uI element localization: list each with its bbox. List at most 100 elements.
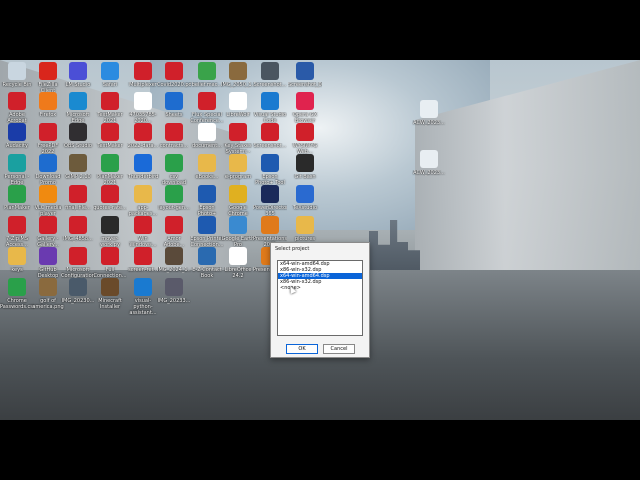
desktop-icon[interactable]: Git Bash (288, 154, 322, 180)
app-icon (39, 154, 57, 172)
desktop-icon[interactable]: Screenshot_01... (288, 62, 322, 88)
desktop-icon-label: screen-ref... (128, 267, 158, 273)
desktop-icon-label: IMG_20233... (157, 298, 191, 304)
desktop-icon[interactable]: Chrome Passwords.csv (0, 278, 34, 310)
app-icon (69, 216, 87, 234)
desktop-icon[interactable]: TextMaker 2021 (93, 92, 127, 124)
desktop-icon[interactable]: GIMP 2.10 (61, 154, 95, 180)
cancel-button[interactable]: Cancel (323, 344, 355, 354)
desktop-icon-label: IMG_2050_1... (221, 82, 255, 88)
desktop-icon[interactable]: Sheets (157, 92, 191, 118)
desktop-icon[interactable]: GitHub Desktop (31, 247, 65, 279)
ok-button[interactable]: OK (286, 344, 318, 354)
app-icon (8, 62, 26, 80)
desktop-icon[interactable]: Firefox (31, 92, 65, 118)
desktop-icon[interactable]: visual-python-assistant... (126, 278, 160, 316)
desktop-icon[interactable]: Audacity (0, 123, 34, 149)
desktop-icon[interactable]: layout-gen... (157, 185, 191, 211)
app-icon (101, 123, 119, 141)
app-icon (229, 216, 247, 234)
desktop-icon[interactable]: Thunderbird (126, 154, 160, 180)
desktop-icon[interactable]: Visual Studio Code (253, 92, 287, 124)
desktop-icon[interactable]: Safari (93, 62, 127, 88)
desktop-icon[interactable]: final_file... (61, 185, 95, 211)
desktop-icon[interactable]: document... (190, 123, 224, 149)
desktop-icon-label: Screenshot_01... (288, 82, 322, 88)
desktop-icon[interactable]: FileZilla Client (31, 62, 65, 94)
desktop-icon[interactable]: app-packages... (126, 185, 160, 217)
desktop-icon[interactable]: ACW_2023... (412, 100, 446, 126)
desktop-icon-label: Multiplexer (129, 82, 157, 88)
desktop-icon[interactable]: 47035785-2020... (126, 92, 160, 124)
desktop-icon[interactable]: Minecraft Installer (93, 278, 127, 310)
desktop-icon[interactable]: LibreOffice 24.2 (221, 247, 255, 279)
desktop-icon-label: GIMP 2.10 (65, 174, 91, 180)
desktop-icon[interactable]: IMG_20230... (61, 278, 95, 304)
desktop-icon[interactable]: WYSIWYG Web... (288, 123, 322, 155)
desktop-icon[interactable]: Personal - Edge (0, 154, 34, 186)
desktop-icon[interactable]: csv download (157, 154, 191, 186)
desktop-icon[interactable]: Screenshot... (253, 62, 287, 88)
desktop-icon[interactable]: Epson Printer Connection... (190, 216, 224, 248)
app-icon (8, 123, 26, 141)
desktop-icon[interactable]: PowerDirector 365 (253, 185, 287, 217)
desktop-icon[interactable]: PlanMaker (0, 185, 34, 211)
select-project-dialog[interactable]: Select project x64-win-amd64.dsp x86-win… (270, 242, 370, 358)
app-icon (134, 185, 152, 203)
desktop-icon[interactable]: Full Connection... (93, 247, 127, 279)
desktop-icon[interactable]: Gallery - Gallery... (31, 216, 65, 248)
desktop-icon[interactable]: screen-ref... (126, 247, 160, 273)
desktop-icon[interactable]: Google Chrome (221, 185, 255, 217)
desktop-icon[interactable]: Epson Photo+ (190, 185, 224, 217)
desktop-icon[interactable]: Amor Adobe... (157, 216, 191, 248)
desktop-icon[interactable]: TeXstudio (288, 185, 322, 211)
desktop-icon[interactable]: Flux Special Conference... (190, 92, 224, 124)
desktop-icon[interactable]: IMG_2050_1... (221, 62, 255, 88)
desktop-icon[interactable]: PlanMaker 2021 (93, 154, 127, 186)
desktop-icon[interactable]: e-program (221, 154, 255, 180)
desktop-icon[interactable]: LM Studio (61, 62, 95, 88)
desktop-icon[interactable]: Adobe Acrobat (0, 92, 34, 124)
desktop-icon[interactable]: contracts... (157, 123, 191, 149)
desktop-icon[interactable]: Microsoft Configuration... (61, 247, 95, 279)
desktop-icon[interactable]: Win Windows... (126, 216, 160, 248)
desktop-icon[interactable]: quotes-rate... (93, 185, 127, 211)
desktop-icon[interactable]: Download Promo (31, 154, 65, 186)
desktop-icon[interactable]: IMG_4858... (61, 216, 95, 242)
desktop-icon[interactable]: Opera GX Browser (288, 92, 322, 124)
desktop-icon[interactable]: mover-work.py (93, 216, 127, 248)
desktop-icon[interactable]: LibreWolf (221, 92, 255, 118)
desktop-icon[interactable]: IMG_20233... (157, 278, 191, 304)
desktop-icon[interactable]: golf of america.png (31, 278, 65, 310)
desktop-icon[interactable]: Recycle Bin (0, 62, 34, 88)
desktop-icon[interactable]: OBS Studio (61, 123, 95, 149)
desktop-icon[interactable]: Microsoft Edge (61, 92, 95, 124)
desktop-icon[interactable]: Google Earth Pro (221, 216, 255, 248)
desktop-icon[interactable]: Multiplexer (126, 62, 160, 88)
desktop-icon-label: Sheets (165, 112, 183, 118)
desktop-icon[interactable]: 7-Zip MS Access... (0, 216, 34, 248)
desktop-icon[interactable]: 2022-data... (126, 123, 160, 149)
desktop[interactable]: Recycle Bin FileZilla Client LM Studio Safa… (0, 60, 640, 420)
desktop-icon[interactable]: keys (0, 247, 34, 273)
desktop-icon[interactable]: VLC media player (31, 185, 65, 217)
desktop-icon[interactable]: ACW_2023... (412, 150, 446, 176)
desktop-icon-label: e-program (224, 174, 252, 180)
desktop-icon[interactable]: Covid2020.pdf (157, 62, 191, 88)
desktop-icon[interactable]: IMG_2024_1... (157, 247, 191, 273)
desktop-icon-label: final_file... (65, 205, 91, 211)
project-list[interactable]: x64-win-amd64.dsp x86-win-x32.dsp x64-wi… (277, 260, 363, 336)
app-icon (420, 150, 438, 168)
desktop-icon[interactable]: FreePDF 2022 (31, 123, 65, 155)
desktop-icon[interactable]: Screenshot... (253, 123, 287, 149)
app-icon (39, 216, 57, 234)
app-icon (134, 154, 152, 172)
desktop-icon[interactable]: TextMaker (93, 123, 127, 149)
desktop-icon-label: TeXstudio (292, 205, 318, 211)
desktop-icon[interactable]: belief.mac... (190, 62, 224, 88)
desktop-icon[interactable]: eBooks... (190, 154, 224, 180)
desktop-icon[interactable]: Epson Photo+ Tool (253, 154, 287, 186)
desktop-icon[interactable]: E-Z Contact Book (190, 247, 224, 279)
app-icon (165, 216, 183, 234)
desktop-icon[interactable]: pictures (288, 216, 322, 242)
